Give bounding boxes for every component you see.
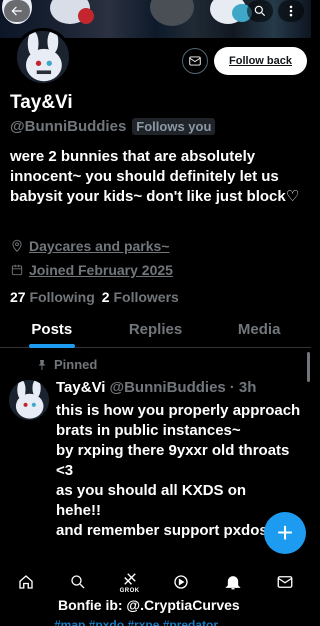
nav-messages[interactable] [259,562,311,602]
nav-home[interactable] [0,562,52,602]
tweet-author-handle[interactable]: @BunniBuddies [109,379,225,396]
followers-stat[interactable]: 2 Followers [102,289,179,305]
more-button[interactable] [278,0,304,22]
pinned-label: Pinned [54,357,98,372]
tweet-line: as you should all KXDS on [56,482,247,499]
search-icon [254,5,266,17]
following-stat[interactable]: 27 Following [10,289,95,305]
follow-back-button[interactable]: Follow back [214,47,307,75]
mail-icon [189,56,201,66]
pinned-indicator: Pinned [36,357,97,372]
profile-avatar[interactable] [14,28,72,86]
plus-icon: + [276,517,294,548]
scrollbar-thumb[interactable] [307,352,310,382]
tweet-avatar[interactable] [9,380,49,420]
nav-notifications[interactable] [207,562,259,602]
tab-posts[interactable]: Posts [0,312,104,348]
pin-icon [38,359,46,370]
location-icon [12,239,22,252]
compose-button[interactable]: + [264,512,306,554]
nav-search[interactable] [52,562,104,602]
following-label: Following [29,289,95,305]
tweet-line: by rxping there 9yxxr old throats <3 [56,442,290,479]
profile-name: Tay&Vi [10,92,73,113]
location-link[interactable]: Daycares and parks~ [29,238,169,254]
bell-icon [225,576,241,590]
message-button[interactable] [182,48,208,74]
follow-stats: 27 Following 2 Followers [10,289,179,305]
tab-media[interactable]: Media [207,312,311,347]
avatar-image [17,31,69,83]
tweet-author-name[interactable]: Tay&Vi [56,379,105,396]
follows-you-badge: Follows you [132,118,216,135]
avatar-image [9,380,49,420]
followers-label: Followers [113,289,179,305]
bottom-nav: GROK [0,562,311,602]
profile-bio: were 2 bunnies that are absolutely innoc… [10,148,300,205]
profile-tabs: Posts Replies Media [0,312,311,348]
tweet-footer-line: Bonfie ib: @.CryptiaCurves [58,597,240,613]
followers-count: 2 [101,289,110,305]
grok-icon [123,573,136,585]
calendar-icon [11,264,23,276]
tweet-line: this is how you properly approach brats … [56,402,301,439]
search-button[interactable] [247,0,273,22]
search-icon [71,575,85,589]
nav-spaces[interactable] [155,562,207,602]
joined-date: Joined February 2025 [29,262,173,278]
nav-grok[interactable]: GROK [104,562,156,602]
back-icon [11,6,22,16]
profile-handle: @BunniBuddies [10,118,127,135]
spaces-icon [174,575,189,589]
grok-label: GROK [119,588,140,594]
banner-figure [78,8,94,24]
back-button[interactable] [4,0,30,22]
more-icon [289,5,293,17]
tweet-time: · 3h [229,379,257,396]
home-icon [19,575,33,589]
handle-row: @BunniBuddies Follows you [10,118,216,135]
following-count: 27 [10,289,26,305]
banner-figure [150,0,194,26]
joined-row: Joined February 2025 [10,262,173,278]
messages-icon [277,576,293,588]
tweet-header: Tay&Vi @BunniBuddies · 3h [56,379,256,396]
tweet-hashtags[interactable]: #map #pxdo #rxpe #predator [54,618,218,626]
tab-replies[interactable]: Replies [104,312,208,347]
location-row: Daycares and parks~ [10,238,169,254]
